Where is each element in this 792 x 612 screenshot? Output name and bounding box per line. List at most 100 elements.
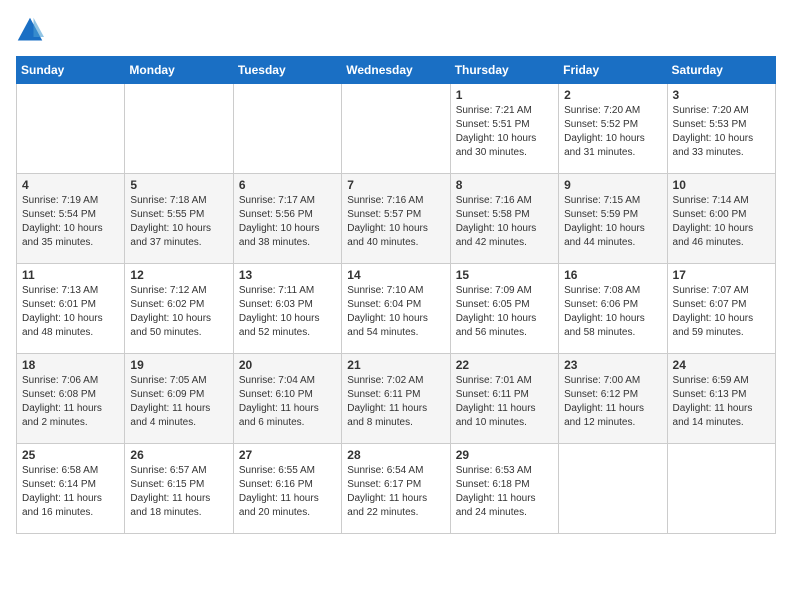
day-number: 24: [673, 358, 770, 372]
cell-content: Sunrise: 7:00 AM Sunset: 6:12 PM Dayligh…: [564, 374, 661, 430]
cell-content: Sunrise: 6:55 AM Sunset: 6:16 PM Dayligh…: [239, 464, 336, 520]
day-number: 3: [673, 88, 770, 102]
day-number: 11: [22, 268, 119, 282]
day-number: 13: [239, 268, 336, 282]
logo-icon: [16, 16, 44, 44]
logo: [16, 16, 48, 44]
day-number: 21: [347, 358, 444, 372]
calendar-header-cell: Wednesday: [342, 57, 450, 84]
cell-content: Sunrise: 7:11 AM Sunset: 6:03 PM Dayligh…: [239, 284, 336, 340]
cell-content: Sunrise: 7:17 AM Sunset: 5:56 PM Dayligh…: [239, 194, 336, 250]
calendar-header-row: SundayMondayTuesdayWednesdayThursdayFrid…: [17, 57, 776, 84]
cell-content: Sunrise: 7:19 AM Sunset: 5:54 PM Dayligh…: [22, 194, 119, 250]
calendar-cell: 28Sunrise: 6:54 AM Sunset: 6:17 PM Dayli…: [342, 444, 450, 534]
calendar-cell: 18 Sunrise: 7:06 AM Sunset: 6:08 PM Dayli…: [17, 354, 125, 444]
calendar-cell: 2 Sunrise: 7:20 AM Sunset: 5:52 PM Daylig…: [559, 84, 667, 174]
cell-content: Sunrise: 7:08 AM Sunset: 6:06 PM Dayligh…: [564, 284, 661, 340]
calendar-header-cell: Thursday: [450, 57, 558, 84]
calendar-week-row: 25 Sunrise: 6:58 AM Sunset: 6:14 PM Dayli…: [17, 444, 776, 534]
cell-content: Sunrise: 7:02 AM Sunset: 6:11 PM Dayligh…: [347, 374, 444, 430]
day-number: 7: [347, 178, 444, 192]
cell-content: Sunrise: 7:12 AM Sunset: 6:02 PM Dayligh…: [130, 284, 227, 340]
calendar-cell: 12 Sunrise: 7:12 AM Sunset: 6:02 PM Dayli…: [125, 264, 233, 354]
calendar-cell: 11 Sunrise: 7:13 AM Sunset: 6:01 PM Dayli…: [17, 264, 125, 354]
day-number: 6: [239, 178, 336, 192]
day-number: 14: [347, 268, 444, 282]
calendar-cell: [233, 84, 341, 174]
day-number: 19: [130, 358, 227, 372]
cell-content: Sunrise: 7:20 AM Sunset: 5:52 PM Dayligh…: [564, 104, 661, 160]
cell-content: Sunrise: 7:14 AM Sunset: 6:00 PM Dayligh…: [673, 194, 770, 250]
calendar-cell: 8 Sunrise: 7:16 AM Sunset: 5:58 PM Daylig…: [450, 174, 558, 264]
calendar-week-row: 4 Sunrise: 7:19 AM Sunset: 5:54 PM Daylig…: [17, 174, 776, 264]
calendar-cell: 17 Sunrise: 7:07 AM Sunset: 6:07 PM Dayli…: [667, 264, 775, 354]
calendar-cell: 13 Sunrise: 7:11 AM Sunset: 6:03 PM Dayli…: [233, 264, 341, 354]
day-number: 16: [564, 268, 661, 282]
calendar-cell: 3 Sunrise: 7:20 AM Sunset: 5:53 PM Daylig…: [667, 84, 775, 174]
day-number: 1: [456, 88, 553, 102]
cell-content: Sunrise: 7:18 AM Sunset: 5:55 PM Dayligh…: [130, 194, 227, 250]
calendar-cell: 23Sunrise: 7:00 AM Sunset: 6:12 PM Dayli…: [559, 354, 667, 444]
calendar-cell: 9 Sunrise: 7:15 AM Sunset: 5:59 PM Daylig…: [559, 174, 667, 264]
calendar-cell: 15Sunrise: 7:09 AM Sunset: 6:05 PM Dayli…: [450, 264, 558, 354]
calendar-cell: [559, 444, 667, 534]
calendar-cell: 14 Sunrise: 7:10 AM Sunset: 6:04 PM Dayli…: [342, 264, 450, 354]
calendar-cell: 22Sunrise: 7:01 AM Sunset: 6:11 PM Dayli…: [450, 354, 558, 444]
calendar-cell: 24 Sunrise: 6:59 AM Sunset: 6:13 PM Dayli…: [667, 354, 775, 444]
day-number: 2: [564, 88, 661, 102]
calendar-cell: 16 Sunrise: 7:08 AM Sunset: 6:06 PM Dayli…: [559, 264, 667, 354]
cell-content: Sunrise: 6:59 AM Sunset: 6:13 PM Dayligh…: [673, 374, 770, 430]
cell-content: Sunrise: 7:05 AM Sunset: 6:09 PM Dayligh…: [130, 374, 227, 430]
calendar-cell: 5 Sunrise: 7:18 AM Sunset: 5:55 PM Daylig…: [125, 174, 233, 264]
cell-content: Sunrise: 7:15 AM Sunset: 5:59 PM Dayligh…: [564, 194, 661, 250]
cell-content: Sunrise: 7:04 AM Sunset: 6:10 PM Dayligh…: [239, 374, 336, 430]
calendar-cell: 19 Sunrise: 7:05 AM Sunset: 6:09 PM Dayli…: [125, 354, 233, 444]
calendar-header-cell: Friday: [559, 57, 667, 84]
cell-content: Sunrise: 7:16 AM Sunset: 5:58 PM Dayligh…: [456, 194, 553, 250]
cell-content: Sunrise: 7:13 AM Sunset: 6:01 PM Dayligh…: [22, 284, 119, 340]
cell-content: Sunrise: 6:57 AM Sunset: 6:15 PM Dayligh…: [130, 464, 227, 520]
calendar-week-row: 1 Sunrise: 7:21 AM Sunset: 5:51 PM Daylig…: [17, 84, 776, 174]
calendar-cell: [17, 84, 125, 174]
day-number: 18: [22, 358, 119, 372]
day-number: 20: [239, 358, 336, 372]
cell-content: Sunrise: 6:58 AM Sunset: 6:14 PM Dayligh…: [22, 464, 119, 520]
calendar-header-cell: Tuesday: [233, 57, 341, 84]
cell-content: Sunrise: 7:09 AM Sunset: 6:05 PM Dayligh…: [456, 284, 553, 340]
day-number: 8: [456, 178, 553, 192]
calendar-cell: 4 Sunrise: 7:19 AM Sunset: 5:54 PM Daylig…: [17, 174, 125, 264]
calendar-cell: 1 Sunrise: 7:21 AM Sunset: 5:51 PM Daylig…: [450, 84, 558, 174]
day-number: 29: [456, 448, 553, 462]
day-number: 26: [130, 448, 227, 462]
cell-content: Sunrise: 7:06 AM Sunset: 6:08 PM Dayligh…: [22, 374, 119, 430]
day-number: 12: [130, 268, 227, 282]
cell-content: Sunrise: 7:20 AM Sunset: 5:53 PM Dayligh…: [673, 104, 770, 160]
cell-content: Sunrise: 7:07 AM Sunset: 6:07 PM Dayligh…: [673, 284, 770, 340]
cell-content: Sunrise: 7:10 AM Sunset: 6:04 PM Dayligh…: [347, 284, 444, 340]
calendar-header-cell: Saturday: [667, 57, 775, 84]
calendar-cell: 26 Sunrise: 6:57 AM Sunset: 6:15 PM Dayli…: [125, 444, 233, 534]
day-number: 5: [130, 178, 227, 192]
calendar-cell: 27 Sunrise: 6:55 AM Sunset: 6:16 PM Dayli…: [233, 444, 341, 534]
calendar-cell: 25 Sunrise: 6:58 AM Sunset: 6:14 PM Dayli…: [17, 444, 125, 534]
calendar-table: SundayMondayTuesdayWednesdayThursdayFrid…: [16, 56, 776, 534]
day-number: 9: [564, 178, 661, 192]
header: [16, 16, 776, 44]
calendar-cell: [342, 84, 450, 174]
calendar-header-cell: Sunday: [17, 57, 125, 84]
calendar-cell: [667, 444, 775, 534]
day-number: 22: [456, 358, 553, 372]
calendar-cell: 29 Sunrise: 6:53 AM Sunset: 6:18 PM Dayli…: [450, 444, 558, 534]
calendar-cell: [125, 84, 233, 174]
calendar-week-row: 18 Sunrise: 7:06 AM Sunset: 6:08 PM Dayli…: [17, 354, 776, 444]
day-number: 25: [22, 448, 119, 462]
calendar-week-row: 11 Sunrise: 7:13 AM Sunset: 6:01 PM Dayli…: [17, 264, 776, 354]
cell-content: Sunrise: 6:53 AM Sunset: 6:18 PM Dayligh…: [456, 464, 553, 520]
cell-content: Sunrise: 7:21 AM Sunset: 5:51 PM Dayligh…: [456, 104, 553, 160]
day-number: 4: [22, 178, 119, 192]
day-number: 27: [239, 448, 336, 462]
calendar-body: 1 Sunrise: 7:21 AM Sunset: 5:51 PM Daylig…: [17, 84, 776, 534]
cell-content: Sunrise: 7:16 AM Sunset: 5:57 PM Dayligh…: [347, 194, 444, 250]
day-number: 17: [673, 268, 770, 282]
calendar-cell: 6 Sunrise: 7:17 AM Sunset: 5:56 PM Daylig…: [233, 174, 341, 264]
